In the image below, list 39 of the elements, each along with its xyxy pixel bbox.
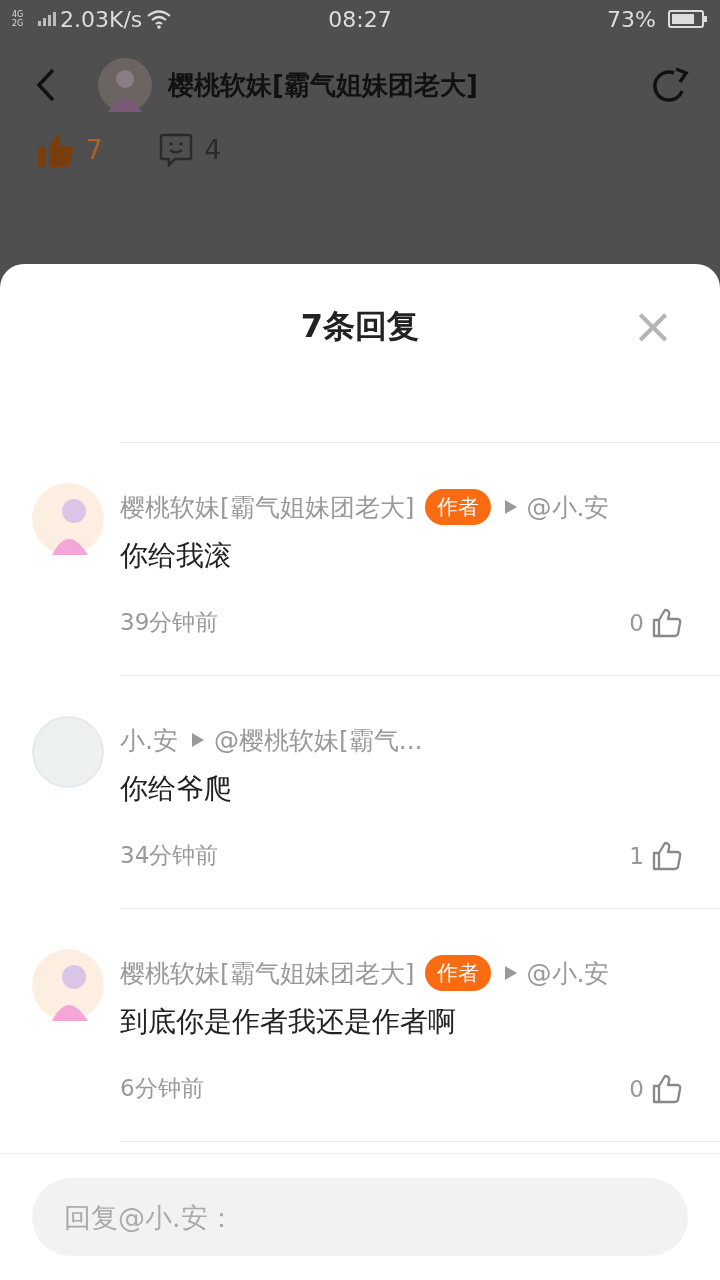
reply-arrow-icon — [504, 500, 517, 514]
battery-percent: 73% — [607, 6, 656, 32]
post-author-name: 樱桃软妹[霸气姐妹团老大] — [168, 68, 479, 102]
like-count: 1 — [629, 842, 644, 869]
thumbs-up-icon[interactable] — [652, 840, 682, 871]
author-badge: 作者 — [424, 489, 491, 525]
reply-field[interactable]: 回复@小.安： — [32, 1178, 688, 1256]
reply-arrow-icon — [504, 966, 517, 980]
close-button[interactable]: × — [632, 304, 674, 348]
signal-icon — [38, 12, 56, 26]
thumbs-up-icon[interactable] — [652, 1073, 682, 1104]
clock: 08:27 — [328, 6, 392, 32]
avatar — [98, 58, 152, 112]
comment-time: 34分钟前 — [120, 841, 220, 870]
like-count: 7 — [86, 135, 103, 165]
network-type: 4G 2G — [12, 10, 25, 28]
comment-text: 到底你是作者我还是作者啊 — [120, 1004, 457, 1040]
comment-text: 你给爷爬 — [120, 771, 233, 807]
comment-time: 6分钟前 — [120, 1074, 205, 1103]
reply-target[interactable]: @樱桃软妹[霸气... — [213, 723, 423, 757]
wifi-icon — [146, 9, 173, 29]
commenter-name[interactable]: 小.安 — [120, 723, 178, 757]
thumbs-up-icon[interactable] — [652, 607, 682, 638]
reply-target[interactable]: @小.安 — [526, 490, 610, 524]
network-speed: 2.03K/s — [60, 6, 143, 32]
like-count: 0 — [629, 609, 644, 636]
sheet-title: 7条回复 — [300, 306, 420, 347]
author-badge: 作者 — [424, 955, 491, 991]
reply-target[interactable]: @小.安 — [526, 956, 610, 990]
comment-icon[interactable] — [158, 133, 193, 167]
thumbs-up-icon[interactable] — [38, 133, 74, 167]
commenter-name[interactable]: 樱桃软妹[霸气姐妹团老大] — [120, 956, 415, 990]
like-count: 0 — [629, 1075, 644, 1102]
comment-text: 你给我滚 — [120, 538, 233, 574]
reply-arrow-icon — [191, 733, 204, 747]
commenter-name[interactable]: 樱桃软妹[霸气姐妹团老大] — [120, 490, 415, 524]
back-icon[interactable] — [36, 68, 56, 102]
battery-icon — [668, 9, 708, 29]
comment-time: 39分钟前 — [120, 608, 220, 637]
